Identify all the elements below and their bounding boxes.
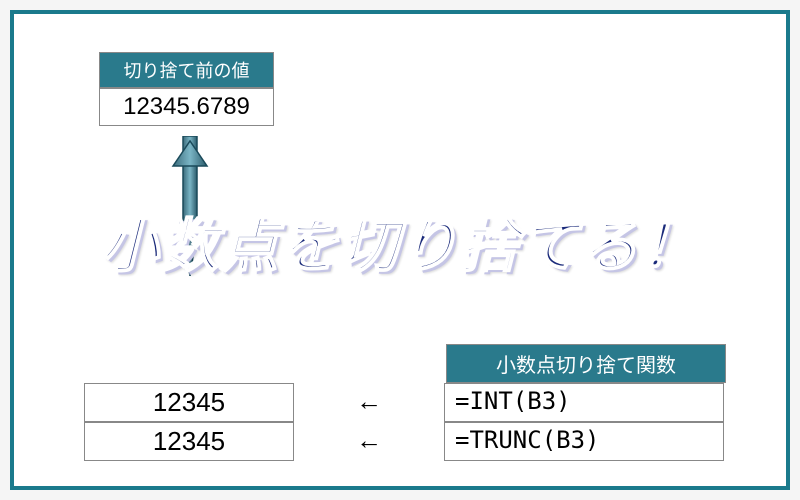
table-row: 12345 ← =TRUNC(B3) [84,422,726,461]
content-frame: 切り捨て前の値 12345.6789 小数点を切り捨てる！ 小数点切り捨て関数 … [10,10,790,490]
function-header: 小数点切り捨て関数 [446,344,726,383]
original-value-header: 切り捨て前の値 [99,52,274,88]
headline-text: 小数点を切り捨てる！ [14,199,786,283]
arrow-left-icon: ← [294,422,444,461]
original-value-box: 切り捨て前の値 12345.6789 [99,52,274,126]
arrow-left-icon: ← [294,383,444,422]
formula-text: =INT(B3) [444,383,724,422]
formula-text: =TRUNC(B3) [444,422,724,461]
function-table: 小数点切り捨て関数 12345 ← =INT(B3) 12345 ← =TRUN… [84,344,726,461]
table-row: 12345 ← =INT(B3) [84,383,726,422]
result-value: 12345 [84,422,294,461]
result-value: 12345 [84,383,294,422]
original-value: 12345.6789 [99,88,274,126]
